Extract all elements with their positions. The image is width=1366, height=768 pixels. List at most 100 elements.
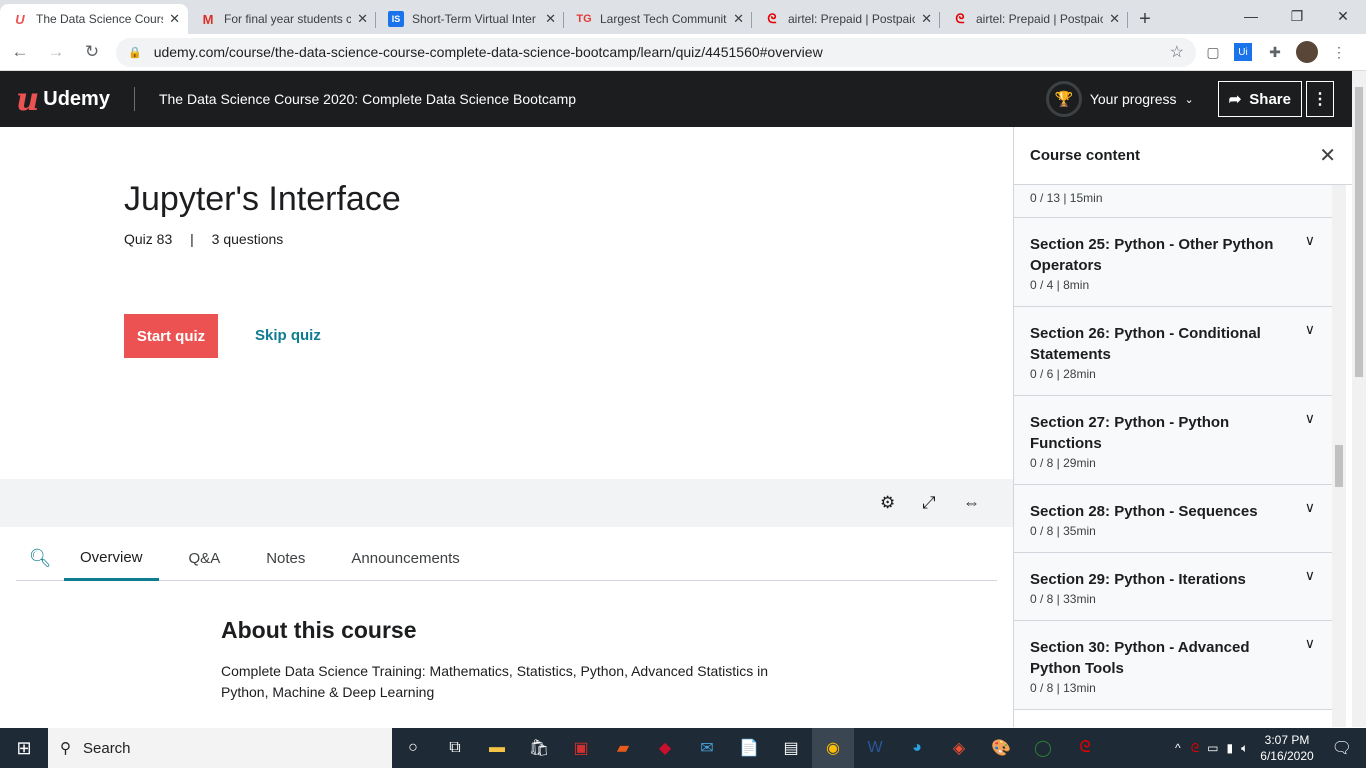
section-title: Section 27: Python - Python Functions (1030, 414, 1230, 452)
browser-tab[interactable]: ᘓ airtel: Prepaid | Postpaic ✕ (752, 4, 940, 34)
notifications-icon[interactable]: 🗨︎ (1332, 738, 1352, 758)
word-icon[interactable]: W (854, 728, 896, 768)
airtel-tray-icon[interactable]: ᘓ (1191, 741, 1199, 756)
udemy-logo[interactable]: u Udemy (16, 83, 110, 115)
tab-notes[interactable]: Notes (250, 537, 321, 581)
app-orange-icon[interactable]: ▰ (602, 728, 644, 768)
close-tab-icon[interactable]: ✕ (357, 11, 368, 27)
tab-title: airtel: Prepaid | Postpaic (788, 12, 916, 26)
bookmark-star-icon[interactable]: ☆ (1170, 42, 1184, 62)
progress-dropdown[interactable]: 🏆 Your progress ⌄ (1045, 81, 1194, 117)
forward-button[interactable]: → (40, 36, 72, 68)
share-arrow-icon: ➦ (1228, 91, 1242, 108)
python-file-icon[interactable]: 📄 (728, 728, 770, 768)
network-icon[interactable]: ▭ (1207, 741, 1218, 755)
git-icon[interactable]: ◈ (938, 728, 980, 768)
remote-desktop-icon[interactable]: ▤ (770, 728, 812, 768)
new-tab-button[interactable]: + (1128, 4, 1162, 34)
maximize-button[interactable]: ❐ (1274, 0, 1320, 32)
show-hidden-icons[interactable]: ^ (1175, 741, 1181, 755)
section-item[interactable]: Section 28: Python - Sequences 0 / 8 | 3… (1014, 485, 1333, 553)
header-divider (133, 87, 135, 111)
file-explorer-icon[interactable]: ▬ (476, 728, 518, 768)
skip-quiz-link[interactable]: Skip quiz (255, 327, 321, 344)
back-button[interactable]: ← (4, 36, 36, 68)
volume-icon[interactable]: 🔈︎ (1241, 741, 1248, 756)
course-title-link[interactable]: The Data Science Course 2020: Complete D… (159, 91, 576, 107)
browser-menu-icon[interactable]: ⋮ (1324, 37, 1354, 67)
section-item[interactable]: Section 25: Python - Other Python Operat… (1014, 218, 1333, 307)
airtel-favicon-icon: ᘓ (767, 11, 777, 26)
section-item[interactable]: Section 29: Python - Iterations 0 / 8 | … (1014, 553, 1333, 621)
tab-title: Short-Term Virtual Inter (412, 12, 536, 26)
browser-toolbar: ← → ↻ 🔒 udemy.com/course/the-data-scienc… (0, 34, 1366, 71)
share-button[interactable]: ➦ Share (1217, 81, 1302, 117)
page-scrollbar-thumb[interactable] (1355, 87, 1363, 377)
taskbar-search-placeholder: Search (83, 739, 131, 757)
close-tab-icon[interactable]: ✕ (545, 11, 556, 27)
reload-button[interactable]: ↻ (76, 36, 108, 68)
url-text: udemy.com/course/the-data-science-course… (153, 44, 823, 60)
sidebar-scrollbar-thumb[interactable] (1335, 445, 1343, 487)
windows-taskbar: ⊞ ⚲ Search ○ ⧉ ▬ 🛍︎ ▣ ▰ ◆ ✉ 📄 ▤ ◉ W ◕ ◈ … (0, 728, 1366, 768)
browser-tab-strip: U The Data Science Cours ✕ M For final y… (0, 0, 1366, 34)
close-tab-icon[interactable]: ✕ (733, 11, 744, 27)
close-tab-icon[interactable]: ✕ (169, 11, 180, 27)
store-icon[interactable]: 🛍︎ (518, 728, 560, 768)
close-tab-icon[interactable]: ✕ (921, 11, 932, 27)
profile-avatar[interactable] (1292, 37, 1322, 67)
chevron-down-icon: ⌄ (1184, 93, 1194, 106)
sidebar-scrollbar[interactable] (1332, 185, 1346, 727)
settings-gear-icon[interactable]: ⚙ (880, 493, 895, 513)
close-tab-icon[interactable]: ✕ (1109, 11, 1120, 27)
uipath-extension-icon[interactable]: Ui (1234, 43, 1252, 61)
minimize-button[interactable]: — (1228, 0, 1274, 32)
clock[interactable]: 3:07 PM 6/16/2020 (1260, 732, 1313, 764)
task-view-icon[interactable]: ⧉ (434, 728, 476, 768)
tg-favicon-icon: TG (576, 13, 592, 25)
puzzle-extensions-icon[interactable]: ✚ (1260, 37, 1290, 67)
app-red-icon[interactable]: ▣ (560, 728, 602, 768)
quiz-title: Jupyter's Interface (124, 180, 401, 218)
chrome-icon[interactable]: ◉ (812, 728, 854, 768)
browser-tab[interactable]: IS Short-Term Virtual Inter ✕ (376, 4, 564, 34)
tab-qa[interactable]: Q&A (173, 537, 237, 581)
fullscreen-expand-icon[interactable]: ⤢ (922, 493, 936, 513)
tab-overview[interactable]: Overview (64, 537, 159, 581)
browser-tab[interactable]: TG Largest Tech Communit ✕ (564, 4, 752, 34)
page-scrollbar[interactable] (1352, 71, 1366, 727)
udemy-logo-icon: u (16, 80, 40, 118)
mcafee-icon[interactable]: ◆ (644, 728, 686, 768)
browser-tab[interactable]: ᘓ airtel: Prepaid | Postpaic ✕ (940, 4, 1128, 34)
close-window-button[interactable]: ✕ (1320, 0, 1366, 32)
airtel-favicon-icon: ᘓ (955, 11, 965, 26)
more-options-button[interactable]: ⋮ (1306, 81, 1334, 117)
paint-icon[interactable]: 🎨 (980, 728, 1022, 768)
search-icon[interactable]: 🔍︎ (16, 548, 64, 569)
tab-announcements[interactable]: Announcements (335, 537, 475, 581)
start-quiz-button[interactable]: Start quiz (124, 314, 218, 358)
app-green-ring-icon[interactable]: ◯ (1022, 728, 1064, 768)
mail-icon[interactable]: ✉ (686, 728, 728, 768)
section-item[interactable]: Section 30: Python - Advanced Python Too… (1014, 621, 1333, 710)
section-list: 0 / 13 | 15min Section 25: Python - Othe… (1014, 185, 1352, 727)
tab-title: Largest Tech Communit (600, 12, 727, 26)
lock-icon[interactable]: 🔒 (128, 46, 142, 59)
section-item[interactable]: Section 26: Python - Conditional Stateme… (1014, 307, 1333, 396)
tab-separator (1127, 12, 1128, 28)
browser-tab[interactable]: M For final year students c ✕ (188, 4, 376, 34)
windows-start-icon[interactable]: ⊞ (0, 728, 48, 768)
airtel-app-icon[interactable]: ᘓ (1064, 728, 1106, 768)
section-item[interactable]: Section 27: Python - Python Functions 0 … (1014, 396, 1333, 485)
edge-icon[interactable]: ◕ (896, 728, 938, 768)
close-sidebar-icon[interactable]: ✕ (1319, 143, 1336, 168)
taskbar-search-box[interactable]: ⚲ Search (48, 728, 392, 768)
section-item[interactable]: 0 / 13 | 15min (1014, 185, 1333, 218)
battery-icon[interactable]: ▮ (1226, 741, 1233, 755)
theatre-mode-icon[interactable]: ⇔ (963, 493, 980, 513)
browser-tab[interactable]: U The Data Science Cours ✕ (0, 4, 188, 34)
address-bar[interactable]: 🔒 udemy.com/course/the-data-science-cour… (116, 37, 1196, 67)
cortana-icon[interactable]: ○ (392, 728, 434, 768)
extension-icon[interactable]: ▢ (1198, 37, 1228, 67)
section-title: Section 29: Python - Iterations (1030, 571, 1246, 588)
